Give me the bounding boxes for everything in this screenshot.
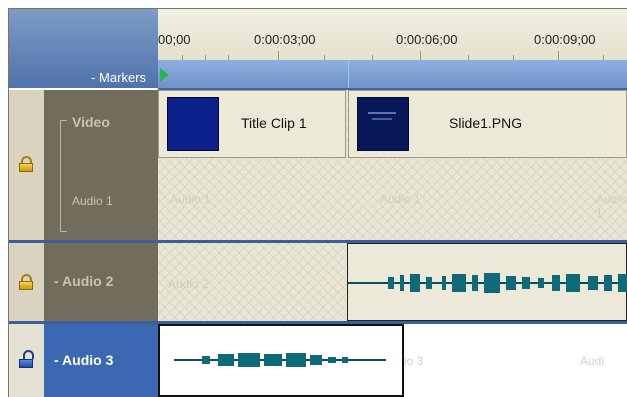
timeline-header-corner: - Markers	[8, 8, 158, 88]
lock-closed-icon[interactable]	[19, 156, 33, 172]
audio1-lane[interactable]: Audio 1 Audio 1 Audio 1	[158, 158, 627, 240]
audio3-waveform	[174, 353, 386, 367]
ruler-tick-label: 0:00:03;00	[254, 32, 316, 47]
video-track-header[interactable]: Video Audio 1	[44, 90, 158, 240]
lock-column-audio3	[8, 324, 44, 397]
audio3-clip-selected[interactable]	[158, 324, 404, 397]
lock-column-audio2	[8, 243, 44, 321]
audio3-track-name: - Audio 3	[54, 352, 114, 368]
lock-closed-icon[interactable]	[19, 274, 33, 290]
audio1-ghost-label: Audio 1	[596, 192, 627, 220]
marker-separator	[348, 60, 349, 88]
ruler-tick-label: 0:00:06;00	[396, 32, 458, 47]
audio2-track-header[interactable]: - Audio 2	[44, 243, 158, 321]
audio3-track-header[interactable]: - Audio 3	[44, 324, 158, 397]
timeline-panel: - Markers 00;00 0:00:03;00 0:00:06;00 0:…	[0, 0, 627, 397]
time-ruler[interactable]: 00;00 0:00:03;00 0:00:06;00 0:00:09;00	[158, 8, 627, 61]
title-clip[interactable]: Title Clip 1	[158, 90, 346, 158]
slide-clip-label: Slide1.PNG	[449, 115, 523, 131]
audio2-track-name: - Audio 2	[54, 273, 114, 289]
panel-border	[8, 8, 9, 397]
video-track-name: Video	[72, 114, 110, 130]
audio2-lane[interactable]: Audio 2	[158, 243, 627, 321]
lock-open-icon[interactable]	[19, 350, 34, 368]
panel-border	[8, 8, 627, 9]
title-clip-label: Title Clip 1	[241, 115, 307, 131]
audio1-track-name: Audio 1	[72, 194, 113, 208]
title-clip-thumbnail	[167, 97, 219, 151]
audio2-ghost-label: Audio 2	[168, 277, 209, 291]
playhead-marker-icon[interactable]	[160, 68, 169, 82]
group-bracket	[60, 120, 67, 232]
ruler-major-tick	[278, 51, 279, 60]
lock-column-video-group	[8, 90, 44, 240]
audio3-ghost-label: io 3	[404, 354, 424, 368]
ruler-tick-label: 00;00	[158, 32, 191, 47]
ruler-major-tick	[420, 51, 421, 60]
slide-clip[interactable]: Slide1.PNG	[348, 90, 627, 158]
audio1-ghost-label: Audio 1	[170, 192, 211, 206]
audio3-ghost-label: Audi	[580, 354, 605, 368]
audio2-waveform	[348, 273, 627, 293]
audio3-lane[interactable]: io 3 Audi	[158, 324, 627, 397]
markers-track[interactable]	[158, 60, 627, 90]
ruler-tick-label: 0:00:09;00	[534, 32, 596, 47]
markers-label: - Markers	[91, 70, 146, 85]
audio1-ghost-label: Audio 1	[380, 192, 421, 206]
video-lane[interactable]: Title Clip 1 Slide1.PNG	[158, 90, 627, 158]
slide-clip-thumbnail	[357, 97, 409, 151]
audio2-clip[interactable]	[347, 243, 627, 321]
ruler-major-tick	[558, 51, 559, 60]
